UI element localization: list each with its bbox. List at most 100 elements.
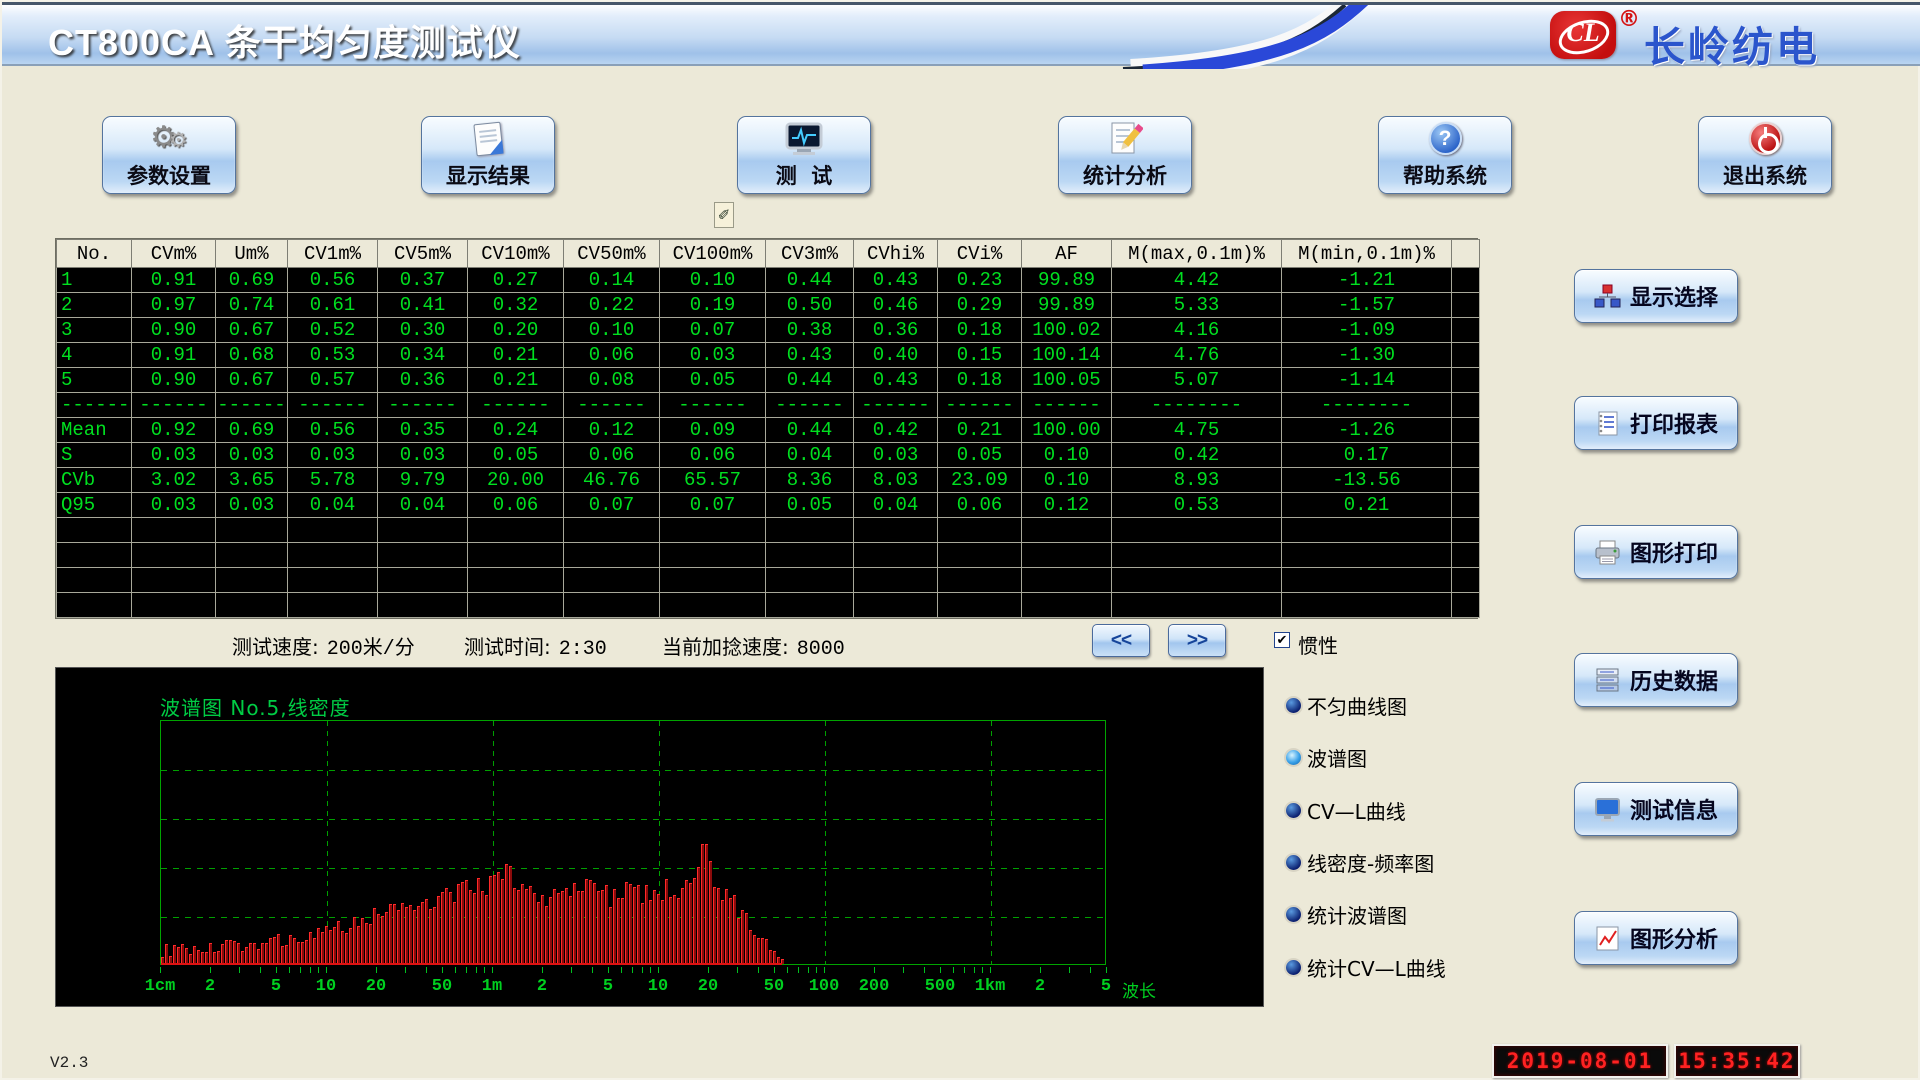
spectrum-bar (693, 878, 696, 964)
spectrum-bar (317, 928, 320, 964)
table-row[interactable]: S0.030.030.030.030.050.060.060.040.030.0… (57, 443, 1480, 468)
test-time-status: 测试时间:2:30 (464, 631, 607, 661)
axis-tick-label: 2 (1035, 977, 1045, 996)
option-unevenness-curve[interactable]: 不匀曲线图 (1286, 694, 1407, 716)
axis-tick-label: 2 (205, 977, 215, 996)
axis-title: 波长 (1122, 977, 1156, 1002)
spectrum-bar (417, 906, 420, 964)
option-stat-cv-l-curve[interactable]: 统计CV—L曲线 (1286, 956, 1446, 978)
axis-tick (239, 967, 240, 973)
test-button[interactable]: 测 试 (737, 116, 871, 194)
print-report-button[interactable]: 打印报表 (1574, 396, 1738, 450)
spectrum-bar (221, 944, 224, 964)
prev-page-button[interactable]: << (1092, 624, 1150, 657)
table-row[interactable]: 40.910.680.530.340.210.060.030.430.400.1… (57, 343, 1480, 368)
spectrum-bar (757, 938, 760, 964)
spectrum-bar (393, 904, 396, 964)
graph-print-button[interactable]: 图形打印 (1574, 525, 1738, 579)
axis-tick (808, 967, 809, 973)
spectrum-bar (765, 939, 768, 964)
chart-gridline (161, 770, 1105, 771)
spectrum-bar (737, 918, 740, 964)
spectrum-bar (681, 888, 684, 964)
spectrum-bar (653, 890, 656, 964)
help-system-button[interactable]: ? 帮助系统 (1378, 116, 1512, 194)
option-spectrum[interactable]: 波谱图 (1286, 746, 1367, 768)
spectrum-bar (657, 894, 660, 964)
table-row[interactable]: CVb3.023.655.789.7920.0046.7665.578.368.… (57, 468, 1480, 493)
radio-icon (1286, 960, 1301, 975)
table-row[interactable]: 10.910.690.560.370.270.140.100.440.430.2… (57, 268, 1480, 293)
spectrum-bar (493, 875, 496, 964)
graph-analysis-button[interactable]: 图形分析 (1574, 911, 1738, 965)
axis-tick (466, 967, 467, 973)
table-row[interactable]: ----------------------------------------… (57, 393, 1480, 418)
table-row[interactable] (57, 568, 1480, 593)
axis-tick (642, 967, 643, 973)
table-row[interactable]: Q950.030.030.040.040.060.070.070.050.040… (57, 493, 1480, 518)
spectrum-bar (609, 907, 612, 964)
spectrum-bar (249, 943, 252, 964)
spectrum-bar (505, 864, 508, 964)
spectrum-bar (585, 879, 588, 964)
spectrum-bar (685, 880, 688, 964)
spectrum-bar (645, 885, 648, 964)
axis-tick (940, 967, 941, 973)
axis-tick-label: 1m (482, 977, 502, 996)
history-data-button[interactable]: 历史数据 (1574, 653, 1738, 707)
show-results-button[interactable]: 显示结果 (421, 116, 555, 194)
axis-tick (476, 967, 477, 973)
spectrum-bar (589, 880, 592, 964)
spectrum-bar (649, 900, 652, 964)
gears-icon: ⚙⚙ (150, 121, 188, 157)
display-select-button[interactable]: 显示选择 (1574, 269, 1738, 323)
spectrum-bar (733, 895, 736, 964)
table-row[interactable]: 20.970.740.610.410.320.220.190.500.460.2… (57, 293, 1480, 318)
test-info-button[interactable]: 测试信息 (1574, 782, 1738, 836)
spectrum-bar (593, 883, 596, 964)
column-header: CVhi% (854, 240, 938, 268)
axis-tick (318, 967, 319, 973)
spectrum-bar (333, 927, 336, 964)
spectrum-bar (485, 895, 488, 964)
brand-logo-icon: CL (1550, 11, 1616, 59)
axis-tick (608, 967, 609, 973)
spectrum-bar (629, 884, 632, 964)
spectrum-bar (405, 907, 408, 964)
table-row[interactable] (57, 593, 1480, 618)
help-icon: ? (1429, 121, 1462, 157)
spectrum-bar (577, 891, 580, 964)
spectrum-bar (489, 876, 492, 964)
results-table: No.CVm%Um%CV1m%CV5m%CV10m%CV50m%CV100m%C… (55, 238, 1478, 619)
params-settings-button[interactable]: ⚙⚙ 参数设置 (102, 116, 236, 194)
spectrum-bar (729, 898, 732, 964)
inertia-checkbox[interactable]: ✔ (1274, 632, 1290, 648)
spectrum-bar (725, 889, 728, 964)
statistics-analysis-button[interactable]: 统计分析 (1058, 116, 1192, 194)
spectrum-bar (165, 944, 168, 964)
exit-system-button[interactable]: 退出系统 (1698, 116, 1832, 194)
spectrum-bar (389, 904, 392, 964)
spectrum-bar (513, 888, 516, 964)
spectrum-bar (753, 935, 756, 964)
spectrum-bar (437, 896, 440, 964)
spectrum-bar (497, 872, 500, 964)
table-row[interactable] (57, 543, 1480, 568)
spectrum-bar (369, 924, 372, 964)
option-density-frequency[interactable]: 线密度-频率图 (1286, 851, 1434, 873)
axis-tick-label: 5 (603, 977, 613, 996)
option-cv-l-curve[interactable]: CV—L曲线 (1286, 799, 1406, 821)
spectrum-bar (717, 888, 720, 964)
table-row[interactable]: 50.900.670.570.360.210.080.050.440.430.1… (57, 368, 1480, 393)
table-row[interactable] (57, 518, 1480, 543)
option-stat-spectrum[interactable]: 统计波谱图 (1286, 903, 1407, 925)
spectrum-bar (253, 943, 256, 964)
spectrum-bar (621, 898, 624, 964)
next-page-button[interactable]: >> (1168, 624, 1226, 657)
table-row[interactable]: 30.900.670.520.300.200.100.070.380.360.1… (57, 318, 1480, 343)
axis-tick (787, 967, 788, 973)
spectrum-bar (749, 930, 752, 964)
app-window: CT800CA 条干均匀度测试仪 CL ® 长岭纺电 ⚙⚙ 参数设置 显示结果 (0, 0, 1920, 1080)
table-row[interactable]: Mean0.920.690.560.350.240.120.090.440.42… (57, 418, 1480, 443)
spectrum-bar (761, 938, 764, 964)
